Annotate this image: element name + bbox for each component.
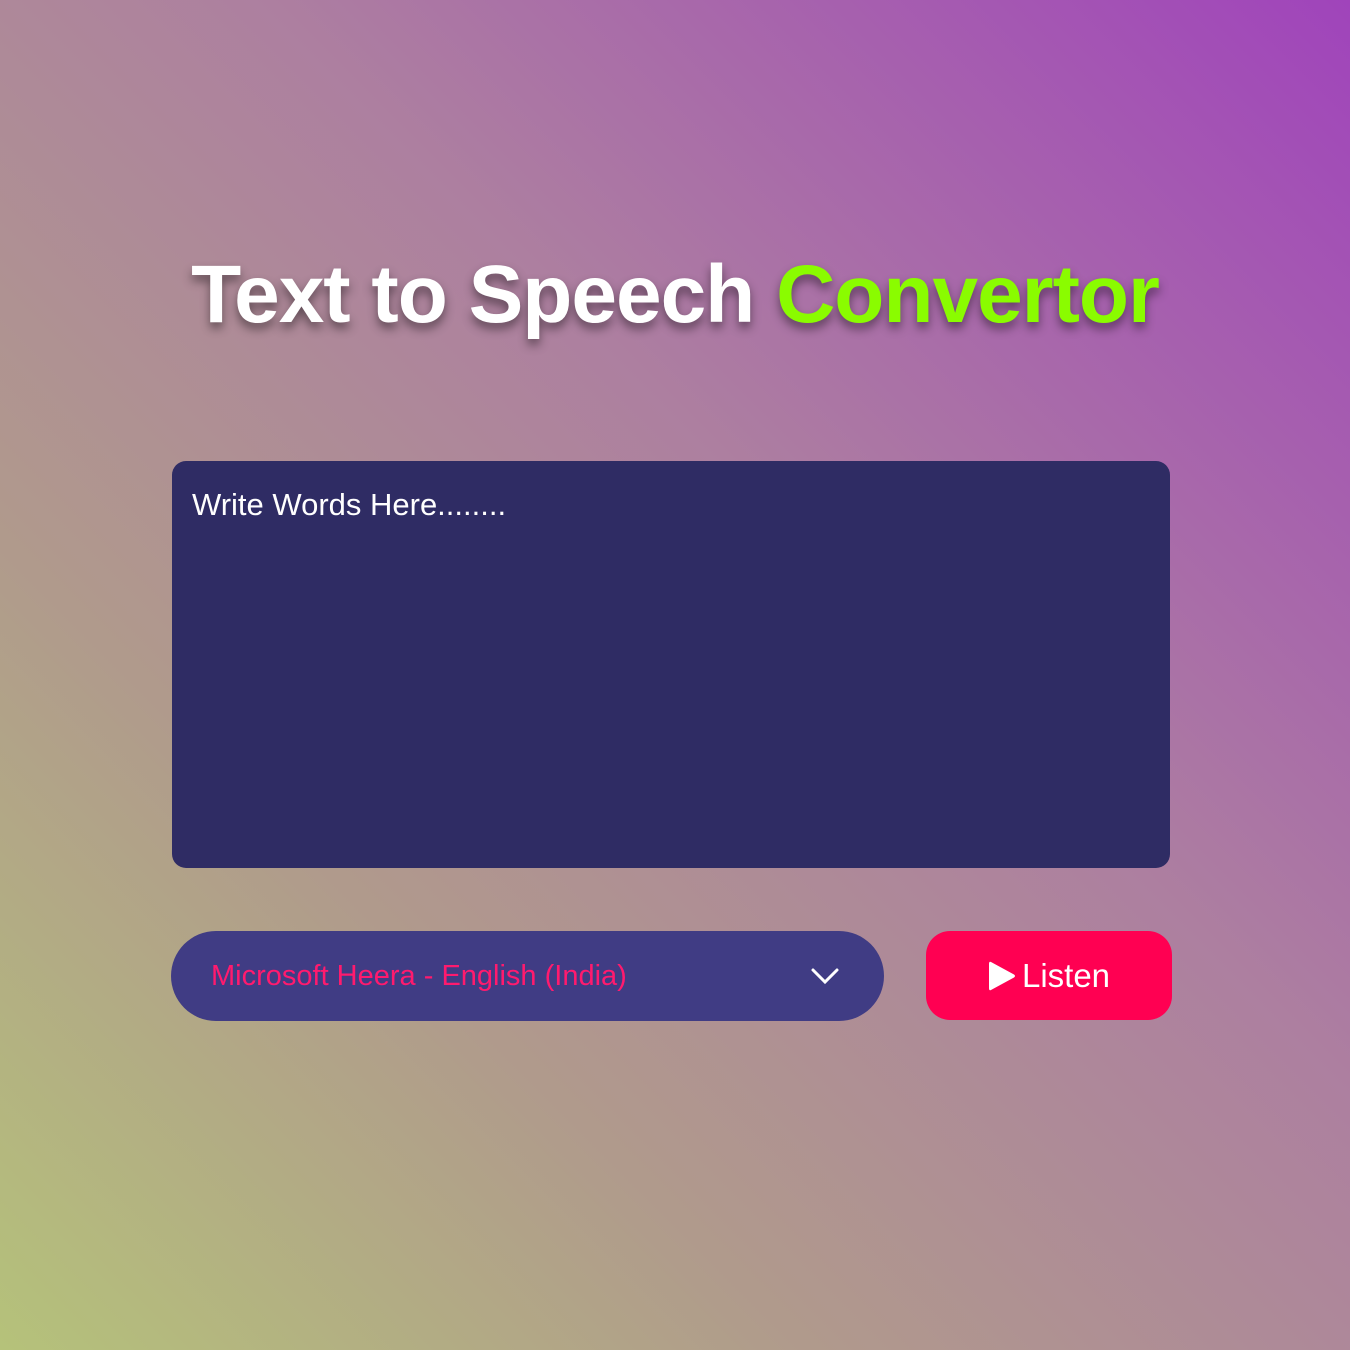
chevron-down-icon — [811, 968, 839, 985]
play-icon — [988, 961, 1015, 990]
listen-label: Listen — [1021, 956, 1111, 994]
title-accent: Convertor — [776, 249, 1160, 340]
voice-select[interactable]: Microsoft Heera - English (India) — [171, 931, 884, 1021]
listen-button[interactable]: Listen — [926, 931, 1172, 1020]
voice-select-value: Microsoft Heera - English (India) — [211, 959, 627, 992]
title-main: Text to Speech — [191, 249, 755, 340]
text-input[interactable] — [172, 461, 1170, 868]
page-title: Text to Speech Convertor — [0, 248, 1350, 342]
